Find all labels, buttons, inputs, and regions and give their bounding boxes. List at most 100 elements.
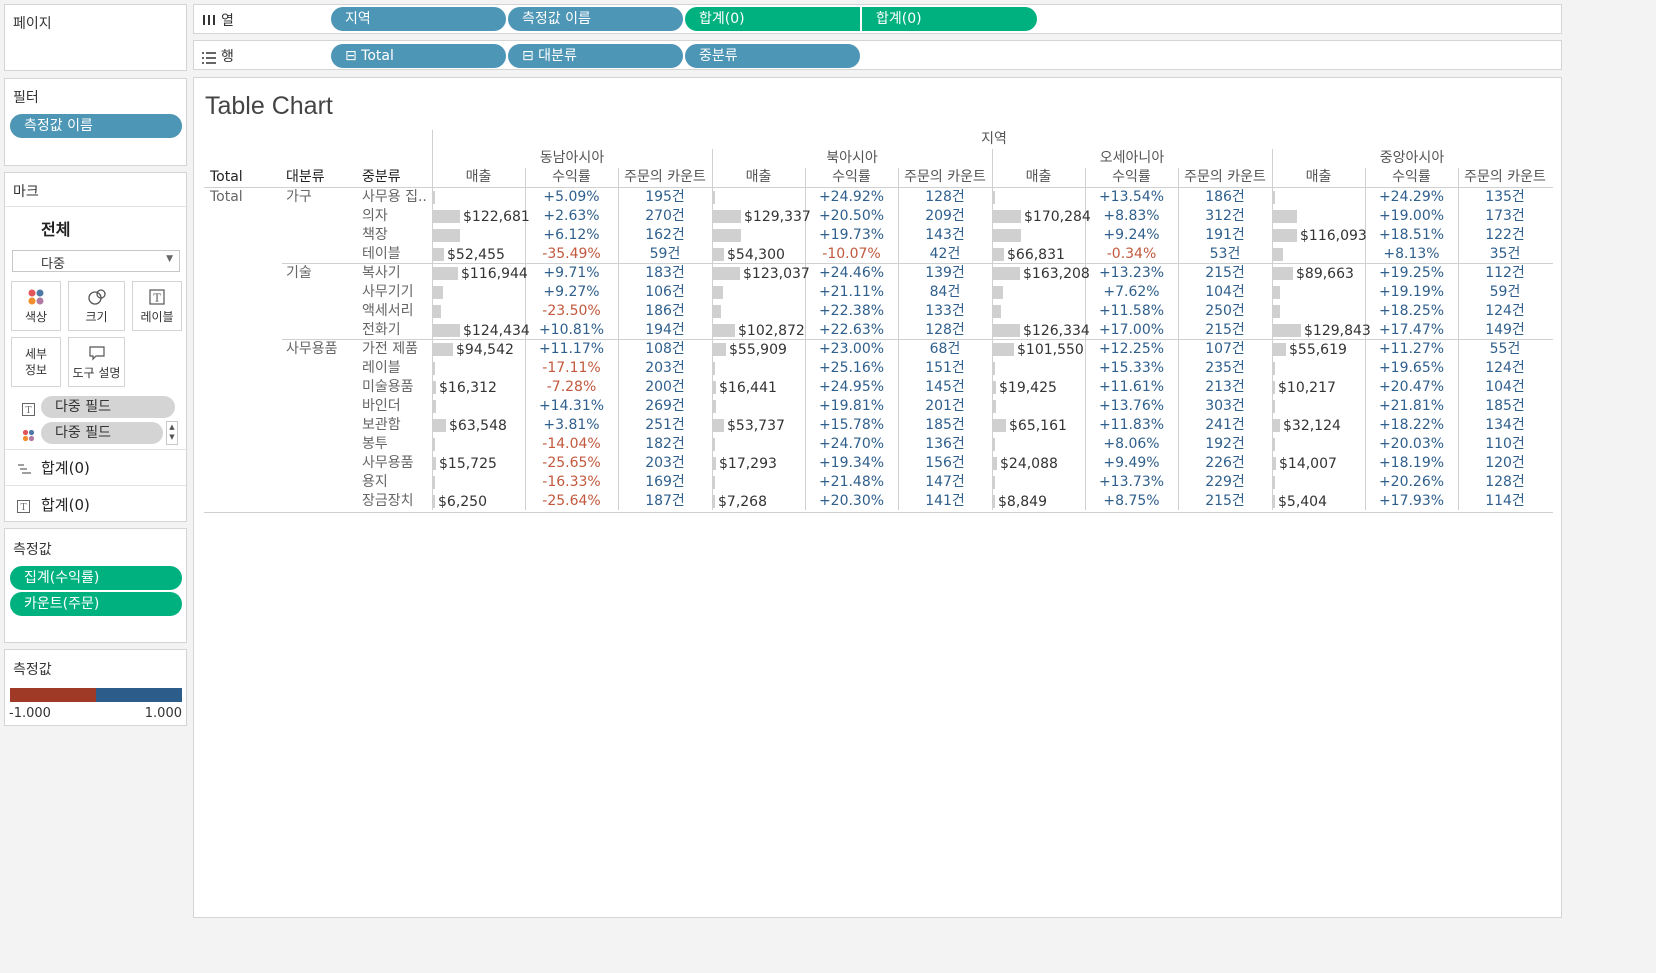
profit-ratio-value: +19.25% (1378, 265, 1445, 281)
mark-field-pill-color[interactable]: 다중 필드 (41, 422, 163, 444)
sum-row-label[interactable]: 합계(0) (41, 494, 90, 515)
sales-bar (1273, 191, 1275, 204)
legend-max: 1.000 (144, 706, 182, 721)
mark-field-pill-text[interactable]: 다중 필드 (41, 396, 175, 418)
sales-bar (993, 210, 1021, 223)
sales-bar (993, 362, 995, 375)
size-button-label: 크기 (85, 310, 108, 324)
size-button[interactable]: 크기 (68, 281, 125, 331)
sales-bar (433, 305, 441, 318)
sales-value: $94,542 (456, 342, 514, 358)
profit-ratio-value: +15.33% (1098, 360, 1165, 376)
text-field-icon: T (22, 401, 35, 420)
divider (5, 485, 188, 486)
sales-value: $129,337 (744, 209, 811, 225)
profit-ratio-value: +11.58% (1098, 303, 1165, 319)
sales-bar (713, 495, 715, 508)
sales-value: $17,293 (719, 456, 777, 472)
sales-bar (433, 400, 436, 413)
region-name: 동남아시아 (539, 150, 605, 166)
sales-bar (993, 438, 995, 451)
subcategory-label: 사무용품 (362, 455, 414, 471)
profit-ratio-value: +24.29% (1378, 189, 1445, 205)
category-label: 사무용품 (286, 341, 338, 357)
profit-ratio-value: +14.31% (538, 398, 605, 414)
legend-min: -1.000 (9, 706, 51, 721)
order-count-value: 147건 (925, 474, 965, 490)
scroll-stepper[interactable]: ▲ ▼ (166, 421, 178, 445)
row-pill-category[interactable]: ⊟ 대분류 (508, 44, 683, 68)
rows-icon (202, 49, 216, 68)
mark-type-dropdown[interactable]: 다중 ▼ (12, 250, 180, 272)
sales-bar (433, 248, 444, 261)
row-pill-subcategory[interactable]: 중분류 (685, 44, 860, 68)
profit-ratio-value: +20.30% (818, 493, 885, 509)
order-count-value: 59건 (649, 246, 681, 262)
order-count-value: 139건 (925, 265, 965, 281)
profit-ratio-value: +13.73% (1098, 474, 1165, 490)
sales-bar (1273, 305, 1280, 318)
sales-value: $116,944 (461, 266, 528, 282)
sales-value: $7,268 (718, 494, 767, 510)
order-count-value: 141건 (925, 493, 965, 509)
measure-header: 주문의 카운트 (1184, 169, 1266, 185)
sales-value: $8,849 (998, 494, 1047, 510)
column-pill-region[interactable]: 지역 (331, 7, 506, 31)
region-header: 지역 (981, 131, 1007, 147)
profit-ratio-value: +11.61% (1098, 379, 1165, 395)
sales-bar (713, 457, 716, 470)
profit-ratio-value: +8.06% (1103, 436, 1160, 452)
profit-ratio-value: +21.48% (818, 474, 885, 490)
measure-header: 주문의 카운트 (904, 169, 986, 185)
filter-pill-measure-names[interactable]: 측정값 이름 (10, 114, 182, 138)
measure-pill-profit-ratio[interactable]: 집계(수익률) (10, 566, 182, 590)
sales-bar (993, 305, 1001, 318)
order-count-value: 128건 (925, 189, 965, 205)
measure-header: 주문의 카운트 (1464, 169, 1546, 185)
order-count-value: 128건 (925, 322, 965, 338)
sales-bar (713, 210, 741, 223)
measure-pill-order-count[interactable]: 카운트(주문) (10, 592, 182, 616)
sales-value: $32,124 (1283, 418, 1341, 434)
measure-header: 매출 (745, 169, 772, 185)
color-button[interactable]: 색상 (11, 281, 61, 331)
text-field-icon: T (17, 498, 30, 517)
order-count-value: 235건 (1205, 360, 1245, 376)
sales-value: $163,208 (1023, 266, 1090, 282)
order-count-value: 143건 (925, 227, 965, 243)
detail-button[interactable]: 세부 정보 (11, 337, 61, 387)
sales-bar (993, 248, 1004, 261)
profit-ratio-value: +13.76% (1098, 398, 1165, 414)
order-count-value: 136건 (925, 436, 965, 452)
columns-icon (202, 12, 216, 31)
column-pill-sum-1[interactable]: 합계(0) (685, 7, 860, 31)
label-button[interactable]: T 레이블 (132, 281, 182, 331)
sales-value: $16,312 (439, 380, 497, 396)
order-count-value: 241건 (1205, 417, 1245, 433)
column-pill-sum-2[interactable]: 합계(0) (862, 7, 1037, 31)
sales-bar (433, 267, 458, 280)
column-pill-measure-names[interactable]: 측정값 이름 (508, 7, 683, 31)
profit-ratio-value: -23.50% (542, 303, 601, 319)
sum-row-path[interactable]: 합계(0) (41, 457, 90, 478)
tooltip-button[interactable]: 도구 설명 (68, 337, 125, 387)
sales-value: $122,681 (463, 209, 530, 225)
color-legend-panel: 측정값 -1.000 1.000 (4, 649, 187, 726)
row-pill-total[interactable]: ⊟ Total (331, 44, 506, 68)
total-label: Total (210, 189, 243, 205)
order-count-value: 194건 (645, 322, 685, 338)
sales-bar (433, 191, 435, 204)
measure-header: 주문의 카운트 (624, 169, 706, 185)
measure-header: 매출 (1025, 169, 1052, 185)
region-name: 오세아니아 (1099, 150, 1165, 166)
order-count-value: 112건 (1485, 265, 1525, 281)
color-field-icon (22, 427, 35, 446)
sales-value: $101,550 (1017, 342, 1084, 358)
subcategory-label: 테이블 (362, 246, 401, 262)
sales-value: $15,725 (439, 456, 497, 472)
sales-bar (1273, 229, 1297, 242)
profit-ratio-value: +24.46% (818, 265, 885, 281)
profit-ratio-value: +13.23% (1098, 265, 1165, 281)
marks-all-label[interactable]: 전체 (41, 216, 70, 240)
sales-bar (713, 476, 715, 489)
